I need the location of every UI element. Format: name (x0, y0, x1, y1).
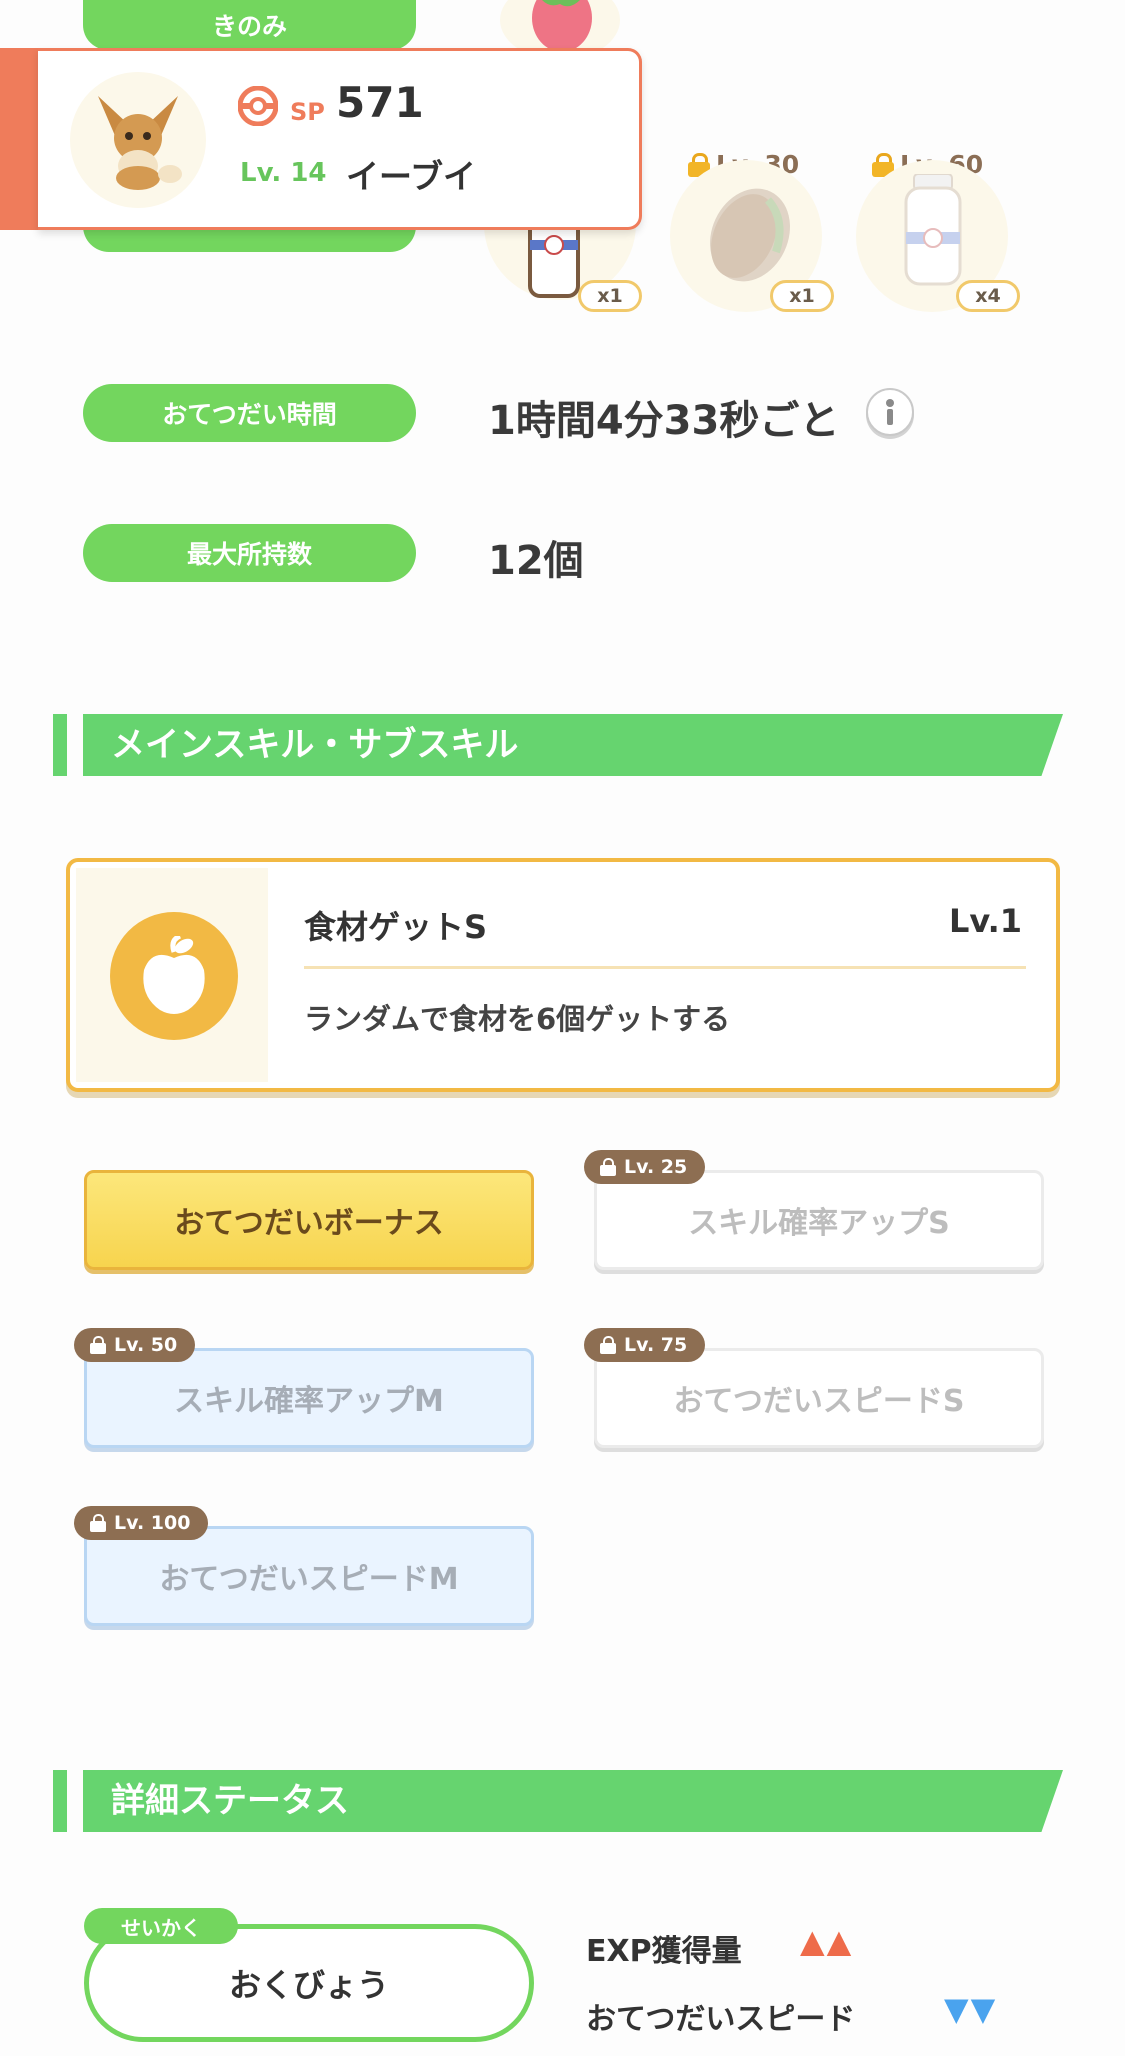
sp-value: 571 (336, 78, 424, 127)
lock-icon (600, 1336, 616, 1354)
nature-tag: せいかく (84, 1908, 238, 1944)
max-carry-value: 12個 (488, 538, 584, 584)
sub-skill-1[interactable]: おてつだいボーナス (84, 1170, 534, 1270)
ingredient-qty-3: x4 (956, 280, 1020, 312)
pokemon-level: Lv. 14 (240, 158, 327, 188)
pokemon-avatar (70, 72, 206, 208)
milk-bottle-icon (904, 174, 962, 286)
help-time-value: 1時間4分33秒ごと (488, 398, 840, 444)
pokemon-card[interactable]: SP 571 Lv. 14 イーブイ (0, 48, 642, 230)
nature-down-marks: ▼▼ (944, 1990, 998, 2028)
nature-value: おくびょう (228, 1966, 389, 2004)
info-icon[interactable] (866, 388, 914, 436)
skills-section-title: メインスキル・サブスキル (111, 725, 519, 765)
nature-up-marks: ▲▲ (800, 1922, 854, 1960)
pokemon-name: イーブイ (346, 157, 477, 196)
ingredient-qty-1: x1 (578, 280, 642, 312)
card-accent-stripe (0, 48, 38, 230)
sub-skill-3[interactable]: スキル確率アップM (84, 1348, 534, 1448)
lock-icon (90, 1336, 106, 1354)
milk-bottle-icon (528, 218, 580, 298)
help-time-label: おてつだい時間 (83, 384, 416, 442)
main-skill-icon-area (76, 868, 268, 1082)
sp-label: SP (290, 98, 325, 126)
section-stripe (53, 1770, 67, 1832)
sub-skill-2[interactable]: スキル確率アップS (594, 1170, 1044, 1270)
detail-section-title: 詳細ステータス (111, 1781, 349, 1821)
main-skill-level: Lv.1 (948, 902, 1022, 940)
apple-icon (110, 912, 238, 1040)
section-stripe (53, 714, 67, 776)
nature-up-stat: EXP獲得量 (586, 1934, 742, 1969)
ingredient-qty-2: x1 (770, 280, 834, 312)
eevee-icon (98, 96, 182, 190)
sub-skill-5[interactable]: おてつだいスピードM (84, 1526, 534, 1626)
main-skill-name: 食材ゲットS (304, 908, 488, 946)
main-skill-card[interactable]: 食材ゲットS Lv.1 ランダムで食材を6個ゲットする (66, 858, 1060, 1092)
skills-section-header: メインスキル・サブスキル (53, 714, 1063, 776)
sp-icon (238, 86, 278, 126)
lock-icon (600, 1158, 616, 1176)
cacao-icon (710, 188, 790, 282)
sub-skill-4[interactable]: おてつだいスピードS (594, 1348, 1044, 1448)
sub-skill-2-lock-tag: Lv. 25 (584, 1150, 706, 1184)
detail-section-header: 詳細ステータス (53, 1770, 1063, 1832)
sub-skill-4-lock-tag: Lv. 75 (584, 1328, 706, 1362)
max-carry-label: 最大所持数 (83, 524, 416, 582)
nature-down-stat: おてつだいスピード (586, 2002, 856, 2037)
main-skill-description: ランダムで食材を6個ゲットする (304, 1002, 731, 1036)
lock-icon (90, 1514, 106, 1532)
sub-skill-3-lock-tag: Lv. 50 (74, 1328, 196, 1362)
main-skill-divider (304, 966, 1026, 969)
berry-label: きのみ (83, 0, 416, 50)
sub-skill-5-lock-tag: Lv. 100 (74, 1506, 209, 1540)
